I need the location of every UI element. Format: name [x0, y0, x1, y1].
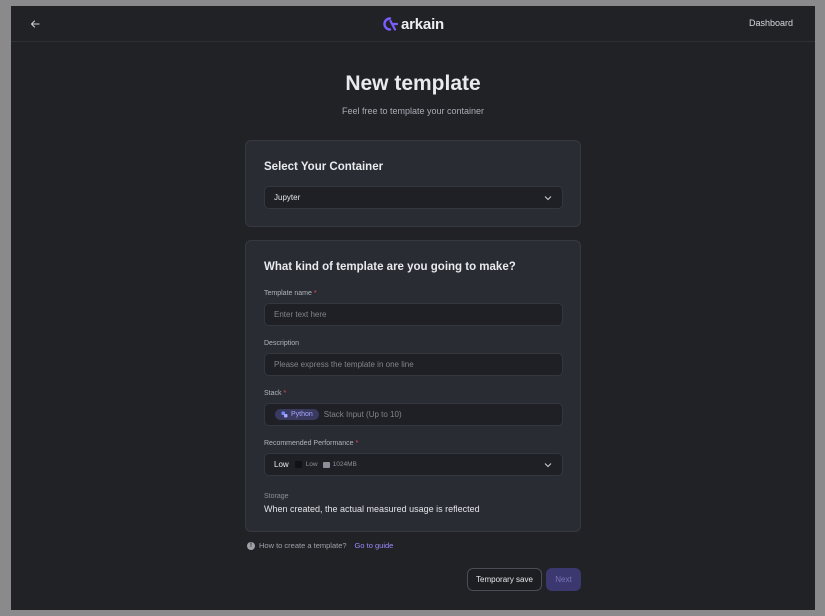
template-card: What kind of template are you going to m…: [245, 240, 581, 532]
template-name-label: Template name *: [264, 290, 317, 297]
container-card: Select Your Container Jupyter: [245, 140, 581, 227]
chevron-down-icon: [544, 463, 552, 468]
help-row: ! How to create a template? Go to guide: [247, 541, 393, 550]
performance-label: Recommended Performance *: [264, 440, 358, 447]
stack-chip-label: Python: [291, 411, 313, 418]
next-button[interactable]: Next: [546, 568, 581, 591]
info-icon: !: [247, 541, 255, 550]
stack-placeholder: Stack Input (Up to 10): [323, 410, 402, 419]
template-name-label-text: Template name: [264, 290, 312, 297]
performance-sub-label: Low: [305, 461, 318, 468]
arkain-logo[interactable]: arkain: [383, 15, 444, 33]
go-to-guide-link[interactable]: Go to guide: [355, 541, 394, 550]
template-card-title: What kind of template are you going to m…: [264, 261, 516, 273]
performance-swatch: [294, 461, 302, 468]
stack-chip-python[interactable]: Python: [275, 409, 319, 420]
back-arrow-icon[interactable]: [27, 16, 43, 32]
performance-label-text: Recommended Performance: [264, 440, 354, 447]
stack-label: Stack *: [264, 390, 286, 397]
performance-memory: 1024MB: [332, 461, 357, 468]
temporary-save-button[interactable]: Temporary save: [467, 568, 542, 591]
storage-text: When created, the actual measured usage …: [264, 504, 480, 514]
help-text: How to create a template?: [259, 541, 347, 550]
description-input[interactable]: Please express the template in one line: [264, 353, 563, 376]
top-bar: arkain Dashboard: [11, 6, 815, 42]
required-mark: *: [355, 440, 359, 447]
chevron-down-icon: [544, 196, 552, 201]
container-select[interactable]: Jupyter: [264, 186, 563, 209]
description-placeholder: Please express the template in one line: [274, 360, 414, 369]
container-card-title: Select Your Container: [264, 161, 384, 173]
storage-label: Storage: [264, 493, 289, 500]
required-mark: *: [313, 290, 317, 297]
template-name-input[interactable]: Enter text here: [264, 303, 563, 326]
container-select-value: Jupyter: [274, 193, 301, 202]
stack-label-text: Stack: [264, 390, 282, 397]
template-name-placeholder: Enter text here: [274, 310, 327, 319]
python-icon: [281, 411, 288, 418]
description-label: Description: [264, 340, 300, 347]
stack-input[interactable]: Python Stack Input (Up to 10): [264, 403, 563, 426]
memory-icon: [322, 461, 330, 468]
app-window: arkain Dashboard New template Feel free …: [11, 6, 815, 610]
logo-text: arkain: [401, 15, 444, 33]
performance-value: Low: [274, 460, 289, 469]
page-subtitle: Feel free to template your container: [341, 106, 485, 116]
dashboard-link[interactable]: Dashboard: [749, 18, 793, 28]
arkain-logo-icon: [383, 17, 399, 31]
required-mark: *: [283, 390, 287, 397]
performance-select[interactable]: Low Low 1024MB: [264, 453, 563, 476]
page-title: New template: [345, 72, 481, 95]
